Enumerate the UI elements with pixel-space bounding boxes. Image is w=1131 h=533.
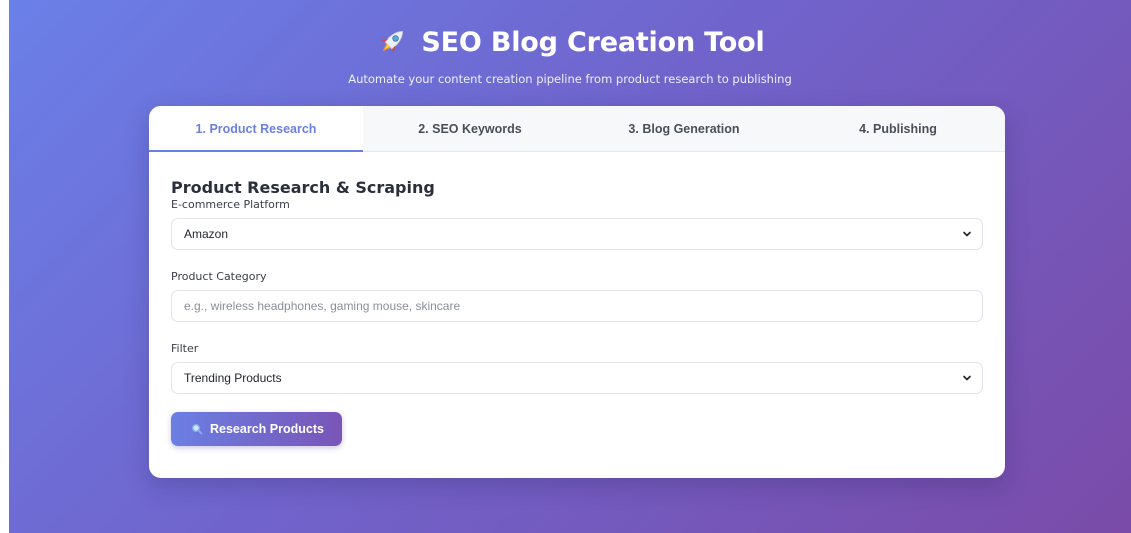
filter-label: Filter [171, 342, 199, 355]
tab-publishing[interactable]: 4. Publishing [791, 106, 1005, 151]
magnifier-icon [192, 424, 203, 435]
rocket-icon [381, 30, 404, 54]
section-title: Product Research & Scraping [171, 178, 435, 197]
tab-content: Product Research & Scraping E-commerce P… [149, 152, 1005, 446]
step-tabs: 1. Product Research 2. SEO Keywords 3. B… [149, 106, 1005, 152]
page-subtitle: Automate your content creation pipeline … [348, 72, 792, 86]
platform-select-value: Amazon [184, 227, 229, 241]
tab-product-research[interactable]: 1. Product Research [149, 106, 363, 152]
chevron-down-icon [963, 231, 971, 237]
category-input[interactable]: e.g., wireless headphones, gaming mouse,… [171, 290, 983, 322]
page-title: SEO Blog Creation Tool [421, 26, 765, 58]
research-products-button[interactable]: Research Products [171, 412, 342, 446]
category-input-placeholder: e.g., wireless headphones, gaming mouse,… [184, 299, 461, 313]
title-row: SEO Blog Creation Tool [9, 22, 1131, 62]
category-label: Product Category [171, 270, 267, 283]
chevron-down-icon [963, 375, 971, 381]
platform-label: E-commerce Platform [171, 198, 290, 211]
platform-select[interactable]: Amazon [171, 218, 983, 250]
filter-select-value: Trending Products [184, 371, 282, 385]
tab-seo-keywords[interactable]: 2. SEO Keywords [363, 106, 577, 151]
page-header: SEO Blog Creation Tool Automate your con… [9, 22, 1131, 87]
main-card: 1. Product Research 2. SEO Keywords 3. B… [149, 106, 1005, 478]
tab-blog-generation[interactable]: 3. Blog Generation [577, 106, 791, 151]
research-products-label: Research Products [210, 422, 324, 436]
app-background: SEO Blog Creation Tool Automate your con… [9, 0, 1131, 533]
filter-select[interactable]: Trending Products [171, 362, 983, 394]
